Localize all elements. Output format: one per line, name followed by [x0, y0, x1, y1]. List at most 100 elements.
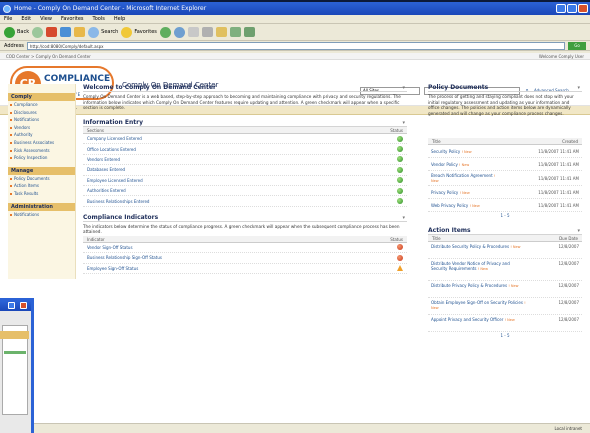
webpart-menu-icon[interactable]: ▾	[402, 214, 405, 222]
col-due-date[interactable]: Due Date	[559, 235, 578, 241]
nav-view-all[interactable]	[8, 84, 75, 93]
table-row[interactable]: Appoint Privacy and Security Officer ! N…	[428, 315, 582, 332]
background-window-title-bar[interactable]	[0, 301, 31, 311]
maximize-button[interactable]	[567, 4, 577, 13]
webpart-menu-icon[interactable]: ▾	[402, 119, 405, 127]
logo-text-compliance: COMPLIANCE	[44, 74, 111, 84]
table-row[interactable]: Obtain Employee Sign-Off on Security Pol…	[428, 298, 582, 315]
table-row[interactable]: Distribute Vendor Notice of Privacy and …	[428, 259, 582, 281]
menu-edit[interactable]: Edit	[21, 15, 31, 23]
top-strip: COD Center > Comply On Demand Center Wel…	[0, 53, 590, 60]
col-title[interactable]: Title	[432, 235, 441, 241]
messenger-icon	[243, 27, 255, 37]
status-bar: Done Local intranet	[0, 423, 590, 433]
nav-item-business-associates[interactable]: Business Associates	[8, 139, 75, 147]
menu-favorites[interactable]: Favorites	[61, 15, 84, 23]
nav-item-action-items[interactable]: Action Items	[8, 182, 75, 190]
table-row[interactable]: Web Privacy Policy ! New 11/8/2007 11:41 …	[428, 199, 582, 212]
search-button[interactable]: Search	[88, 26, 118, 38]
minimize-button[interactable]	[556, 4, 566, 13]
table-row[interactable]: Vendor Sign-Off Status	[83, 243, 407, 254]
home-button[interactable]	[74, 27, 86, 37]
table-row[interactable]: Distribute Privacy Policy & Procedures !…	[428, 281, 582, 298]
col-status[interactable]: Status	[390, 127, 403, 133]
nav-group-manage[interactable]: Manage	[8, 166, 75, 175]
nav-item-admin-notifications[interactable]: Notifications	[8, 211, 75, 219]
table-row[interactable]: Databases Entered	[83, 165, 407, 176]
table-row[interactable]: Business Relationship Sign-Off Status	[83, 253, 407, 264]
status-ok-icon	[397, 156, 403, 163]
nav-group-comply[interactable]: Comply	[8, 93, 75, 101]
background-window[interactable]	[0, 298, 34, 433]
stop-button[interactable]	[46, 27, 58, 37]
table-row[interactable]: Authorities Entered	[83, 186, 407, 197]
status-ok-icon	[397, 135, 403, 142]
minimize-button[interactable]	[8, 302, 15, 309]
print-button[interactable]	[201, 27, 213, 37]
address-bar: Address http://cod:8080/Comply/default.a…	[0, 41, 590, 51]
media-button[interactable]	[159, 26, 171, 38]
back-button[interactable]: Back	[4, 26, 29, 38]
nav-item-task-results[interactable]: Task Results	[8, 190, 75, 198]
table-row[interactable]: Security Policy ! New 11/8/2007 11:41 AM	[428, 145, 582, 158]
nav-item-vendors[interactable]: Vendors	[8, 124, 75, 132]
refresh-button[interactable]	[60, 27, 72, 37]
nav-item-compliance[interactable]: Compliance	[8, 101, 75, 109]
table-row[interactable]: Company Licensed Entered	[83, 134, 407, 145]
toolbar: Back Search Favorites	[0, 24, 590, 41]
nav-group-administration[interactable]: Administration	[8, 202, 75, 211]
col-created[interactable]: Created	[562, 138, 578, 144]
mail-button[interactable]	[187, 27, 199, 37]
ci-table-header: Indicator Status	[83, 235, 407, 243]
webpart-menu-icon[interactable]: ▾	[577, 84, 580, 92]
welcome-text: Comply On Demand Center is a web based, …	[83, 94, 401, 111]
table-row[interactable]: Employee Licensed Entered	[83, 176, 407, 186]
action-pager[interactable]: 1 - 5	[428, 332, 582, 340]
new-badge: ! New	[477, 267, 488, 271]
table-row[interactable]: Privacy Policy ! New 11/8/2007 11:41 AM	[428, 186, 582, 199]
webpart-menu-icon[interactable]: ▾	[577, 227, 580, 235]
discuss-button[interactable]	[229, 27, 241, 37]
nav-item-authority[interactable]: Authority	[8, 131, 75, 139]
policy-pager[interactable]: 1 - 5	[428, 212, 582, 220]
forward-button[interactable]	[32, 26, 44, 38]
webpart-menu-icon[interactable]: ▾	[402, 84, 405, 92]
go-button[interactable]: Go	[568, 41, 586, 50]
menu-help[interactable]: Help	[114, 15, 125, 23]
nav-item-disclosures[interactable]: Disclosures	[8, 109, 75, 117]
favorites-button[interactable]: Favorites	[121, 26, 157, 38]
edit-button[interactable]	[215, 27, 227, 37]
close-button[interactable]	[578, 4, 588, 13]
menu-file[interactable]: File	[4, 15, 12, 23]
table-row[interactable]: Business Relationships Entered	[83, 196, 407, 207]
col-title[interactable]: Title	[432, 138, 441, 144]
new-badge: ! New	[459, 162, 470, 167]
welcome-user-menu[interactable]: Welcome Comply User	[539, 53, 584, 59]
close-button[interactable]	[20, 302, 27, 309]
nav-item-notifications[interactable]: Notifications	[8, 116, 75, 124]
table-row[interactable]: Breach Notification Agreement ! New 11/8/…	[428, 171, 582, 186]
col-indicator[interactable]: Indicator	[87, 236, 105, 242]
table-row[interactable]: Vendor Policy ! New 11/8/2007 11:41 AM	[428, 158, 582, 171]
address-input[interactable]: http://cod:8080/Comply/default.aspx	[26, 41, 565, 50]
nav-item-policy-inspection[interactable]: Policy Inspection	[8, 154, 75, 162]
table-row[interactable]: Office Locations Entered	[83, 144, 407, 155]
table-row[interactable]: Distribute Security Policy & Procedures …	[428, 242, 582, 259]
col-status[interactable]: Status	[390, 236, 403, 242]
site-breadcrumb[interactable]: COD Center > Comply On Demand Center	[6, 53, 91, 59]
nav-item-policy-documents[interactable]: Policy Documents	[8, 175, 75, 183]
new-badge: ! New	[461, 149, 472, 154]
status-ok-icon	[397, 166, 403, 173]
menu-tools[interactable]: Tools	[93, 15, 105, 23]
new-badge: ! New	[508, 284, 519, 288]
col-sections[interactable]: Sections	[87, 127, 104, 133]
nav-item-risk-assessments[interactable]: Risk Assessments	[8, 147, 75, 155]
policy-documents-text: The process of getting and staying compl…	[428, 94, 574, 116]
messenger-button[interactable]	[243, 27, 255, 37]
address-label: Address	[4, 42, 24, 49]
table-row[interactable]: Employee Sign-Off Status	[83, 264, 407, 274]
security-zone: Local intranet	[554, 426, 582, 431]
history-button[interactable]	[173, 26, 185, 38]
table-row[interactable]: Vendors Entered	[83, 155, 407, 166]
menu-view[interactable]: View	[40, 15, 52, 23]
